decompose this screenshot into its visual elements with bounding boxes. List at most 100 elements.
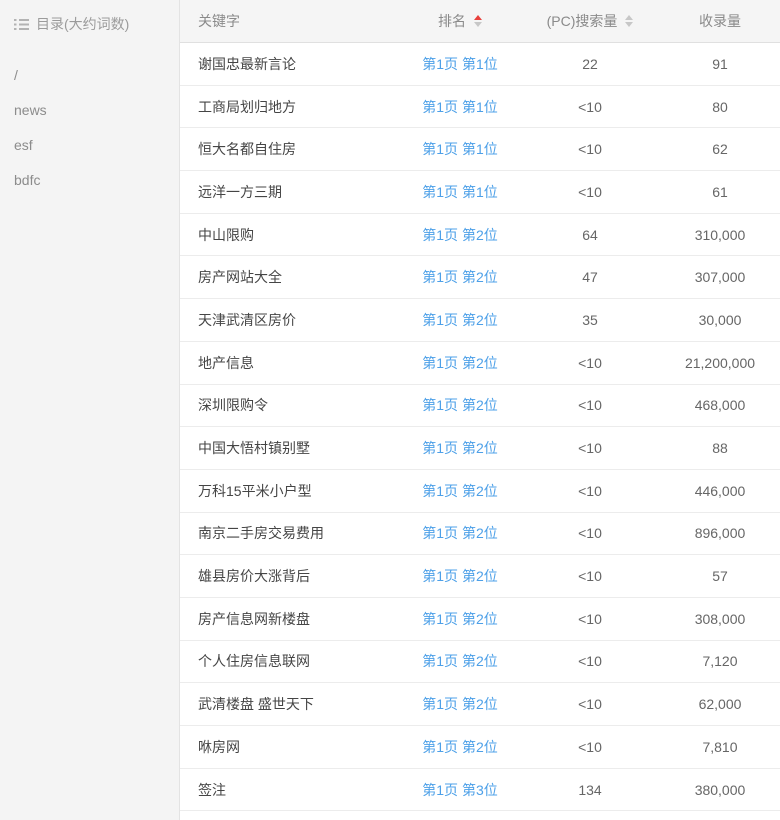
table-header-row: 关键字 排名 (PC)搜索量 收录量 bbox=[180, 0, 780, 43]
sidebar-items: / news esf bdfc bbox=[14, 58, 179, 198]
rank-link[interactable]: 第1页 第2位 bbox=[422, 395, 497, 415]
rank-link[interactable]: 第1页 第2位 bbox=[422, 481, 497, 501]
search-volume-cell: <10 bbox=[578, 355, 602, 371]
column-header-search-volume-label: (PC)搜索量 bbox=[547, 11, 618, 31]
keyword-cell: 南京二手房交易费用 bbox=[198, 523, 324, 543]
table-row: 谢国忠最新言论 第1页 第1位 22 91 bbox=[180, 43, 780, 86]
search-volume-cell: <10 bbox=[578, 525, 602, 541]
search-volume-cell: <10 bbox=[578, 696, 602, 712]
search-volume-cell: <10 bbox=[578, 611, 602, 627]
keyword-cell: 个人住房信息联网 bbox=[198, 651, 310, 671]
column-header-rank[interactable]: 排名 bbox=[400, 11, 520, 31]
table-row: 中国大悟村镇别墅 第1页 第2位 <10 88 bbox=[180, 427, 780, 470]
index-volume-cell: 896,000 bbox=[695, 525, 746, 541]
index-volume-cell: 30,000 bbox=[699, 312, 742, 328]
sidebar: 目录(大约词数) / news esf bdfc bbox=[0, 0, 180, 820]
search-volume-cell: <10 bbox=[578, 184, 602, 200]
column-header-keyword-label: 关键字 bbox=[198, 11, 240, 31]
rank-link[interactable]: 第1页 第2位 bbox=[422, 694, 497, 714]
index-volume-cell: 307,000 bbox=[695, 269, 746, 285]
index-volume-cell: 62,000 bbox=[699, 696, 742, 712]
sort-asc-icon bbox=[625, 15, 633, 20]
sort-desc-icon bbox=[474, 22, 482, 27]
keyword-cell: 房产信息网新楼盘 bbox=[198, 609, 310, 629]
search-volume-cell: 35 bbox=[582, 312, 598, 328]
index-volume-cell: 446,000 bbox=[695, 483, 746, 499]
sort-arrows-search-volume[interactable] bbox=[625, 15, 633, 27]
column-header-keyword: 关键字 bbox=[180, 11, 400, 31]
table-row: 房产网站大全 第1页 第2位 47 307,000 bbox=[180, 256, 780, 299]
table-row: 雄县房价大涨背后 第1页 第2位 <10 57 bbox=[180, 555, 780, 598]
search-volume-cell: 64 bbox=[582, 227, 598, 243]
table-body: 谢国忠最新言论 第1页 第1位 22 91 工商局划归地方 第1页 第1位 <1… bbox=[180, 43, 780, 811]
keyword-cell: 咻房网 bbox=[198, 737, 240, 757]
search-volume-cell: <10 bbox=[578, 440, 602, 456]
table-row: 天津武清区房价 第1页 第2位 35 30,000 bbox=[180, 299, 780, 342]
sidebar-item-news[interactable]: news bbox=[14, 93, 179, 128]
keyword-cell: 谢国忠最新言论 bbox=[198, 54, 296, 74]
keyword-cell: 房产网站大全 bbox=[198, 267, 282, 287]
table-row: 万科15平米小户型 第1页 第2位 <10 446,000 bbox=[180, 470, 780, 513]
keyword-cell: 万科15平米小户型 bbox=[198, 481, 312, 501]
rank-link[interactable]: 第1页 第2位 bbox=[422, 310, 497, 330]
rank-link[interactable]: 第1页 第1位 bbox=[422, 139, 497, 159]
table-row: 地产信息 第1页 第2位 <10 21,200,000 bbox=[180, 342, 780, 385]
table-row: 南京二手房交易费用 第1页 第2位 <10 896,000 bbox=[180, 513, 780, 556]
sidebar-title: 目录(大约词数) bbox=[14, 14, 179, 34]
table-row: 深圳限购令 第1页 第2位 <10 468,000 bbox=[180, 385, 780, 428]
column-header-index-volume-label: 收录量 bbox=[699, 11, 741, 31]
search-volume-cell: <10 bbox=[578, 653, 602, 669]
keyword-cell: 雄县房价大涨背后 bbox=[198, 566, 310, 586]
keyword-cell: 地产信息 bbox=[198, 353, 254, 373]
sidebar-title-label: 目录(大约词数) bbox=[36, 14, 129, 34]
sidebar-item-bdfc[interactable]: bdfc bbox=[14, 163, 179, 198]
search-volume-cell: 47 bbox=[582, 269, 598, 285]
index-volume-cell: 7,120 bbox=[702, 653, 737, 669]
search-volume-cell: <10 bbox=[578, 99, 602, 115]
rank-link[interactable]: 第1页 第2位 bbox=[422, 737, 497, 757]
search-volume-cell: <10 bbox=[578, 739, 602, 755]
index-volume-cell: 380,000 bbox=[695, 782, 746, 798]
index-volume-cell: 57 bbox=[712, 568, 728, 584]
column-header-rank-label: 排名 bbox=[438, 11, 466, 31]
index-volume-cell: 91 bbox=[712, 56, 728, 72]
rank-link[interactable]: 第1页 第2位 bbox=[422, 438, 497, 458]
index-volume-cell: 308,000 bbox=[695, 611, 746, 627]
search-volume-cell: 22 bbox=[582, 56, 598, 72]
rank-link[interactable]: 第1页 第2位 bbox=[422, 523, 497, 543]
keyword-cell: 武清楼盘 盛世天下 bbox=[198, 694, 314, 714]
search-volume-cell: 134 bbox=[578, 782, 601, 798]
keyword-cell: 天津武清区房价 bbox=[198, 310, 296, 330]
rank-link[interactable]: 第1页 第2位 bbox=[422, 267, 497, 287]
keyword-table: 关键字 排名 (PC)搜索量 收录量 谢国忠最新言论 第1页 第1位 bbox=[180, 0, 780, 820]
keyword-cell: 深圳限购令 bbox=[198, 395, 268, 415]
search-volume-cell: <10 bbox=[578, 568, 602, 584]
index-volume-cell: 88 bbox=[712, 440, 728, 456]
search-volume-cell: <10 bbox=[578, 483, 602, 499]
sidebar-item-esf[interactable]: esf bbox=[14, 128, 179, 163]
table-row: 工商局划归地方 第1页 第1位 <10 80 bbox=[180, 86, 780, 129]
keyword-cell: 签注 bbox=[198, 780, 226, 800]
rank-link[interactable]: 第1页 第2位 bbox=[422, 353, 497, 373]
keyword-cell: 远洋一方三期 bbox=[198, 182, 282, 202]
keyword-cell: 恒大名都自住房 bbox=[198, 139, 296, 159]
rank-link[interactable]: 第1页 第2位 bbox=[422, 566, 497, 586]
table-row: 中山限购 第1页 第2位 64 310,000 bbox=[180, 214, 780, 257]
column-header-search-volume[interactable]: (PC)搜索量 bbox=[520, 11, 660, 31]
sort-arrows-rank[interactable] bbox=[474, 15, 482, 27]
rank-link[interactable]: 第1页 第1位 bbox=[422, 182, 497, 202]
rank-link[interactable]: 第1页 第2位 bbox=[422, 609, 497, 629]
sidebar-item-root[interactable]: / bbox=[14, 58, 179, 93]
column-header-index-volume: 收录量 bbox=[660, 11, 780, 31]
rank-link[interactable]: 第1页 第2位 bbox=[422, 225, 497, 245]
keyword-cell: 中国大悟村镇别墅 bbox=[198, 438, 310, 458]
rank-link[interactable]: 第1页 第1位 bbox=[422, 97, 497, 117]
table-row: 房产信息网新楼盘 第1页 第2位 <10 308,000 bbox=[180, 598, 780, 641]
rank-link[interactable]: 第1页 第2位 bbox=[422, 651, 497, 671]
rank-link[interactable]: 第1页 第1位 bbox=[422, 54, 497, 74]
keyword-cell: 工商局划归地方 bbox=[198, 97, 296, 117]
index-volume-cell: 7,810 bbox=[702, 739, 737, 755]
index-volume-cell: 310,000 bbox=[695, 227, 746, 243]
rank-link[interactable]: 第1页 第3位 bbox=[422, 780, 497, 800]
table-row: 个人住房信息联网 第1页 第2位 <10 7,120 bbox=[180, 641, 780, 684]
